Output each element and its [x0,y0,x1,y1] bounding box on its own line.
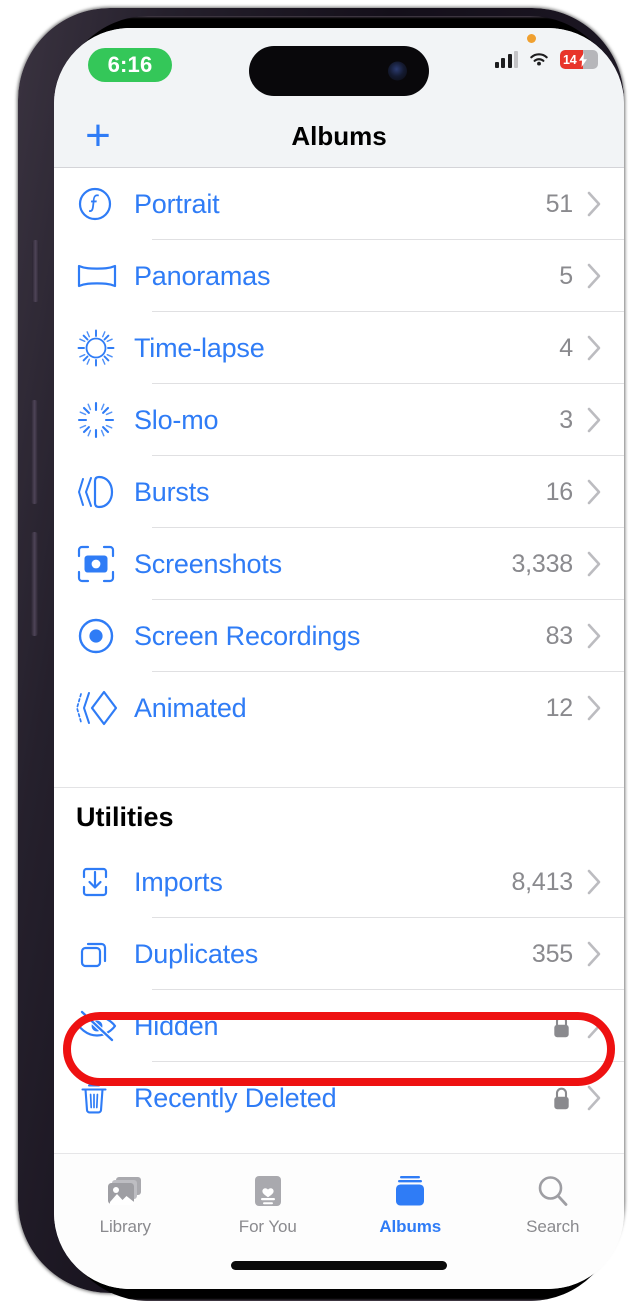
chevron-right-icon [587,695,602,721]
phone-frame: 6:16 14 + Albums Portrait 51 Panoramas 5… [18,8,624,1301]
album-count: 83 [545,621,574,650]
album-count: 3 [559,405,573,434]
album-row-time-lapse[interactable]: Time-lapse 4 [54,312,624,384]
volume-up-button[interactable] [31,400,38,504]
album-label: Slo-mo [134,404,219,435]
dynamic-island[interactable] [249,46,429,96]
screen-recording-icon [76,613,134,659]
status-bar: 6:16 14 [54,28,624,104]
album-row-duplicates[interactable]: Duplicates 355 [54,918,624,990]
album-row-slo-mo[interactable]: Slo-mo 3 [54,384,624,456]
section-header-utilities: Utilities [54,788,624,846]
page-title: Albums [291,120,387,151]
album-count: 3,338 [511,549,573,578]
battery-level-label: 14 [563,52,577,67]
album-label: Animated [134,692,247,723]
chevron-right-icon [587,941,602,967]
eye-slash-icon [76,1003,134,1049]
lock-icon [552,1014,571,1039]
phone-screen: 6:16 14 + Albums Portrait 51 Panoramas 5… [54,28,624,1289]
album-label: Screen Recordings [134,620,361,651]
home-indicator[interactable] [231,1261,447,1270]
library-icon [106,1172,144,1210]
chevron-right-icon [587,479,602,505]
lock-icon [552,1086,571,1111]
action-switch-button[interactable] [32,240,39,302]
status-time: 6:16 [107,52,153,77]
album-label: Recently Deleted [134,1082,337,1113]
album-label: Time-lapse [134,332,265,363]
album-row-animated[interactable]: Animated 12 [54,672,624,744]
trash-icon [76,1075,134,1121]
album-count: 51 [545,189,574,218]
wifi-icon [530,53,548,66]
album-label: Panoramas [134,260,271,291]
album-label: Duplicates [134,938,259,969]
album-count: 12 [545,693,574,722]
bursts-icon [76,469,134,515]
panorama-icon [76,253,134,299]
tab-label: Library [99,1217,151,1236]
search-icon [536,1172,570,1210]
album-count: 5 [559,261,573,290]
section-divider [54,787,624,788]
chevron-right-icon [587,1085,602,1111]
album-count: 8,413 [511,867,573,896]
time-indicator-pill[interactable]: 6:16 [88,48,172,82]
tab-label: Search [526,1217,580,1236]
import-icon [76,859,134,905]
charging-bolt-icon [578,52,587,67]
slomo-icon [76,397,134,443]
section-spacer [54,744,624,788]
tab-label: Albums [379,1217,442,1236]
timelapse-icon [76,325,134,371]
albums-list[interactable]: Portrait 51 Panoramas 5 Time-lapse 4 Slo… [54,168,624,1153]
chevron-right-icon [587,1013,602,1039]
chevron-right-icon [587,263,602,289]
chevron-right-icon [587,191,602,217]
nav-divider [54,167,624,168]
album-row-recently-deleted[interactable]: Recently Deleted [54,1062,624,1134]
album-label: Hidden [134,1010,219,1041]
tab-albums[interactable]: Albums [350,1172,470,1237]
chevron-right-icon [587,407,602,433]
album-count: 4 [559,333,573,362]
volume-down-button[interactable] [31,532,38,636]
album-label: Screenshots [134,548,282,579]
navigation-bar: + Albums [54,104,624,168]
portrait-f-circle-icon [76,181,134,227]
for-you-icon [252,1172,284,1210]
status-bar-right-group: 14 [494,50,598,69]
animated-icon [76,685,134,731]
album-row-panoramas[interactable]: Panoramas 5 [54,240,624,312]
album-count: 355 [531,939,573,968]
tab-library[interactable]: Library [65,1172,185,1237]
cellular-signal-icon [494,51,518,68]
album-label: Bursts [134,476,210,507]
privacy-indicator-dot-icon [527,34,536,43]
album-row-screen-recordings[interactable]: Screen Recordings 83 [54,600,624,672]
battery-charging-icon: 14 [560,50,598,69]
album-label: Imports [134,866,223,897]
album-row-bursts[interactable]: Bursts 16 [54,456,624,528]
albums-icon [393,1172,427,1210]
tab-search[interactable]: Search [493,1172,613,1237]
chevron-right-icon [587,623,602,649]
album-label: Portrait [134,188,220,219]
album-row-screenshots[interactable]: Screenshots 3,338 [54,528,624,600]
screenshots-icon [76,541,134,587]
album-row-hidden[interactable]: Hidden [54,990,624,1062]
album-row-portrait[interactable]: Portrait 51 [54,168,624,240]
add-album-button[interactable]: + [76,114,120,158]
album-count: 16 [545,477,574,506]
chevron-right-icon [587,551,602,577]
tab-for-you[interactable]: For You [208,1172,328,1237]
album-row-imports[interactable]: Imports 8,413 [54,846,624,918]
duplicates-icon [76,931,134,977]
front-camera-icon [388,61,407,81]
chevron-right-icon [587,335,602,361]
tab-label: For You [238,1217,297,1236]
chevron-right-icon [587,869,602,895]
